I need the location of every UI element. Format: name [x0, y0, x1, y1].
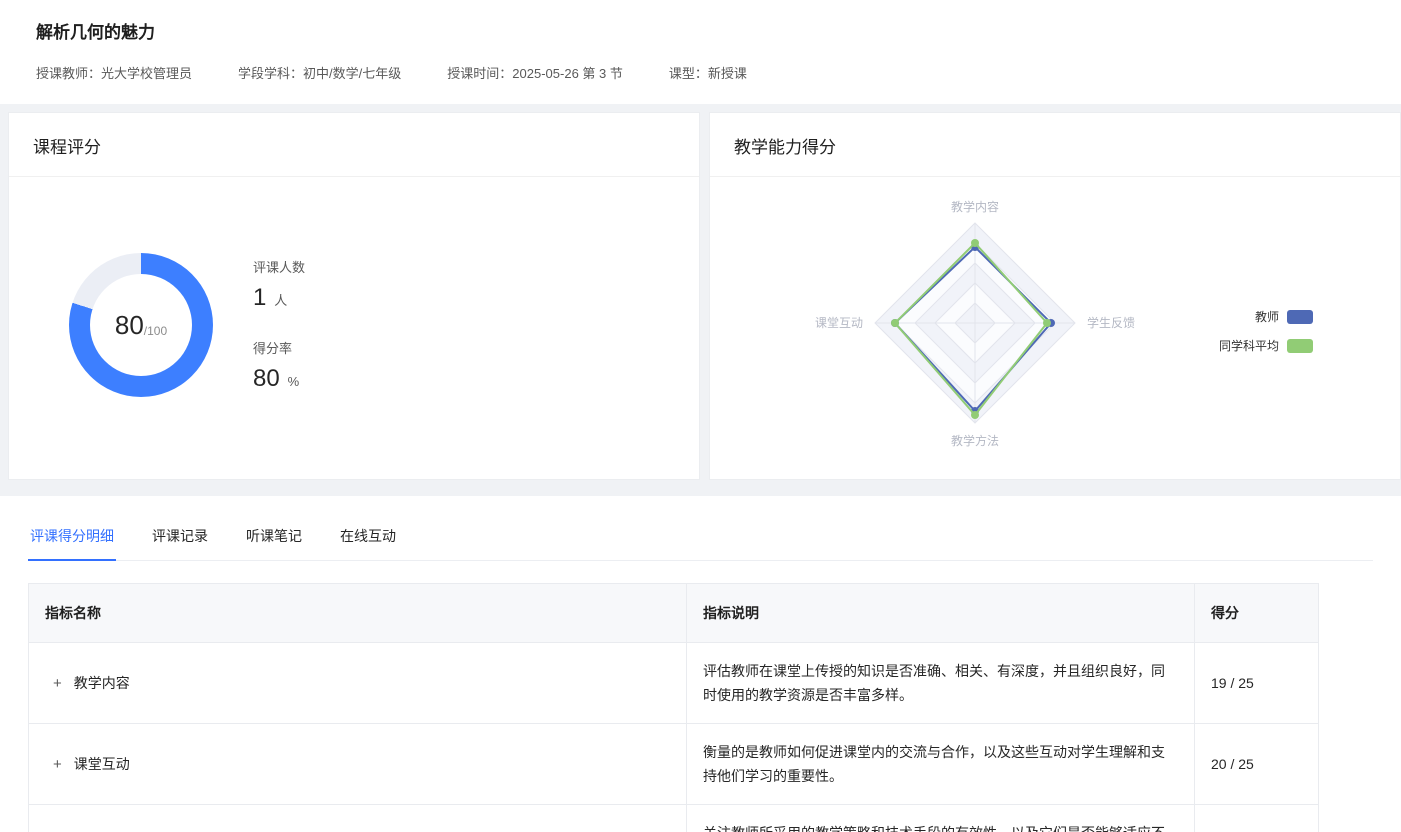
indicator-name: 课堂互动 — [74, 756, 130, 772]
rate-unit: % — [288, 374, 300, 389]
rate-value: 80 % — [253, 365, 305, 393]
meta-value: 新授课 — [708, 66, 747, 81]
expand-row-icon[interactable]: + — [53, 756, 62, 773]
course-score-card: 课程评分 80 /100 评课人数 1 人 得分率 80 % — [8, 112, 700, 480]
tab-online-interaction[interactable]: 在线互动 — [338, 518, 398, 561]
course-meta: 授课教师：光大学校管理员 学段学科：初中/数学/七年级 授课时间：2025-05-2… — [36, 63, 1365, 82]
page-title: 解析几何的魅力 — [36, 18, 1365, 43]
rate-number: 80 — [253, 365, 280, 392]
details-tabs: 评课得分明细评课记录听课笔记在线互动 — [28, 518, 1373, 561]
meta-label: 授课教师： — [36, 66, 101, 81]
meta-value: 光大学校管理员 — [101, 66, 192, 81]
details-panel: 评课得分明细评课记录听课笔记在线互动 指标名称指标说明得分 + 教学内容 评估教师在… — [0, 496, 1401, 832]
legend-swatch-icon — [1287, 310, 1313, 324]
svg-text:教学内容: 教学内容 — [951, 199, 999, 214]
legend-label: 同学科平均 — [1219, 337, 1279, 354]
radar-legend: 教师同学科平均 — [1219, 308, 1313, 354]
teaching-ability-card: 教学能力得分 教学内容学生反馈教学方法 课堂互动 教师同学科平均 — [709, 112, 1401, 480]
legend-label: 教师 — [1255, 308, 1279, 325]
indicator-name-cell: +教学方法 — [29, 805, 687, 832]
legend-swatch-icon — [1287, 339, 1313, 353]
table-header-row: 指标名称指标说明得分 — [29, 584, 1319, 643]
svg-text:课堂互动: 课堂互动 — [815, 316, 863, 330]
indicator-name: 教学内容 — [74, 675, 130, 691]
table-column-header: 指标名称 — [29, 584, 687, 643]
indicator-description: 评估教师在课堂上传授的知识是否准确、相关、有深度，并且组织良好，同时使用的教学资… — [687, 643, 1195, 724]
meta-value: 2025-05-26 第 3 节 — [512, 66, 623, 81]
tab-listening-notes[interactable]: 听课笔记 — [244, 518, 304, 561]
table-column-header: 指标说明 — [687, 584, 1195, 643]
raters-value: 1 人 — [253, 284, 305, 312]
course-header: 解析几何的魅力 授课教师：光大学校管理员 学段学科：初中/数学/七年级 授课时间：2… — [0, 0, 1401, 104]
tab-review-records[interactable]: 评课记录 — [150, 518, 210, 561]
meta-value: 初中/数学/七年级 — [303, 66, 401, 81]
meta-class-time: 授课时间：2025-05-26 第 3 节 — [447, 63, 623, 82]
meta-course-type: 课型：新授课 — [669, 63, 747, 82]
indicator-score: 19 / 25 — [1195, 643, 1319, 724]
raters-label: 评课人数 — [253, 257, 305, 276]
table-row: + 教学内容 评估教师在课堂上传授的知识是否准确、相关、有深度，并且组织良好，同时使… — [29, 643, 1319, 724]
indicator-score: 20 / 25 — [1195, 724, 1319, 805]
score-detail-table: 指标名称指标说明得分 + 教学内容 评估教师在课堂上传授的知识是否准确、相关、有深度… — [28, 583, 1319, 832]
svg-text:学生反馈: 学生反馈 — [1087, 315, 1135, 330]
rate-label: 得分率 — [253, 338, 305, 357]
donut-score-value: 80 — [115, 310, 144, 341]
meta-label: 课型： — [669, 66, 708, 81]
table-row: +教学方法关注教师所采用的教学策略和技术手段的有效性，以及它们是否能够适应不同的… — [29, 805, 1319, 832]
raters-unit: 人 — [274, 293, 287, 308]
summary-cards-row: 课程评分 80 /100 评课人数 1 人 得分率 80 % — [8, 112, 1401, 480]
radar-chart: 教学内容学生反馈教学方法 课堂互动 — [797, 191, 1177, 471]
raters-count: 1 — [253, 284, 266, 311]
meta-teacher: 授课教师：光大学校管理员 — [36, 63, 192, 82]
score-donut-chart: 80 /100 — [69, 253, 213, 397]
donut-score-max: /100 — [144, 324, 167, 338]
indicator-description: 关注教师所采用的教学策略和技术手段的有效性，以及它们是否能够适应不同的学习风格和… — [687, 805, 1195, 832]
meta-grade-subject: 学段学科：初中/数学/七年级 — [238, 63, 401, 82]
legend-item-subject-average[interactable]: 同学科平均 — [1219, 337, 1313, 354]
indicator-description: 衡量的是教师如何促进课堂内的交流与合作，以及这些互动对学生理解和支持他们学习的重… — [687, 724, 1195, 805]
indicator-score: 22 / 25 — [1195, 805, 1319, 832]
svg-text:教学方法: 教学方法 — [951, 433, 999, 448]
table-column-header: 得分 — [1195, 584, 1319, 643]
indicator-name-cell: + 课堂互动 — [29, 724, 687, 805]
radar-card-title: 教学能力得分 — [710, 113, 1400, 177]
score-card-body: 80 /100 评课人数 1 人 得分率 80 % — [9, 177, 699, 419]
legend-item-teacher[interactable]: 教师 — [1219, 308, 1313, 325]
donut-center: 80 /100 — [90, 274, 192, 376]
tab-score-details[interactable]: 评课得分明细 — [28, 518, 116, 561]
indicator-name-cell: + 教学内容 — [29, 643, 687, 724]
score-stats: 评课人数 1 人 得分率 80 % — [253, 253, 305, 419]
score-card-title: 课程评分 — [9, 113, 699, 177]
meta-label: 学段学科： — [238, 66, 303, 81]
table-row: + 课堂互动 衡量的是教师如何促进课堂内的交流与合作，以及这些互动对学生理解和支持他… — [29, 724, 1319, 805]
expand-row-icon[interactable]: + — [53, 675, 62, 692]
radar-card-body: 教学内容学生反馈教学方法 课堂互动 教师同学科平均 — [710, 177, 1400, 471]
meta-label: 授课时间： — [447, 66, 512, 81]
